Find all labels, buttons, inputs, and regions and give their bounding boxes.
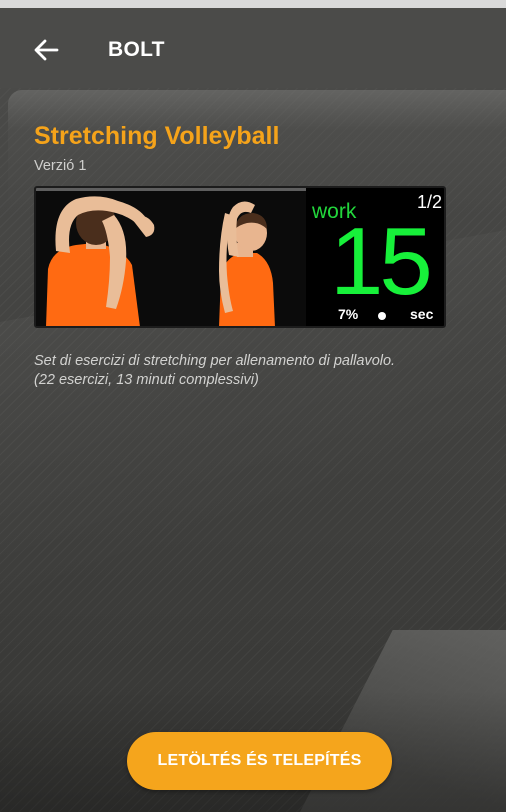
download-install-button[interactable]: LETÖLTÉS ÉS TELEPÍTÉS [127, 732, 392, 790]
timer-panel: work 1/2 15 7% sec [306, 188, 444, 326]
stretching-figure-side-illustration [171, 191, 306, 326]
exercise-figure-side [171, 191, 306, 326]
program-description: Set di esercizi di stretching per allena… [34, 352, 474, 390]
program-preview-image: work 1/2 15 7% sec [34, 186, 446, 328]
description-line: (22 esercizi, 13 minuti complessivi) [34, 372, 259, 388]
status-strip [0, 0, 506, 8]
arrow-left-icon [34, 39, 59, 61]
timer-seconds: 15 [330, 208, 433, 315]
timer-unit: sec [410, 306, 434, 322]
app-bar: BOLT [0, 8, 506, 88]
exercise-figure-back [36, 191, 171, 326]
timer-progress-percent: 7% [338, 306, 359, 322]
timer-dot-icon [378, 312, 386, 320]
description-line: Set di esercizi di stretching per allena… [34, 353, 396, 369]
program-title: Stretching Volleyball [34, 122, 280, 150]
program-version: Verzió 1 [34, 158, 87, 174]
app-screen: BOLT Stretching Volleyball Verzió 1 work… [0, 0, 506, 812]
back-button[interactable] [26, 32, 66, 68]
app-title: BOLT [108, 38, 165, 61]
stretching-figure-back-illustration [36, 191, 171, 326]
